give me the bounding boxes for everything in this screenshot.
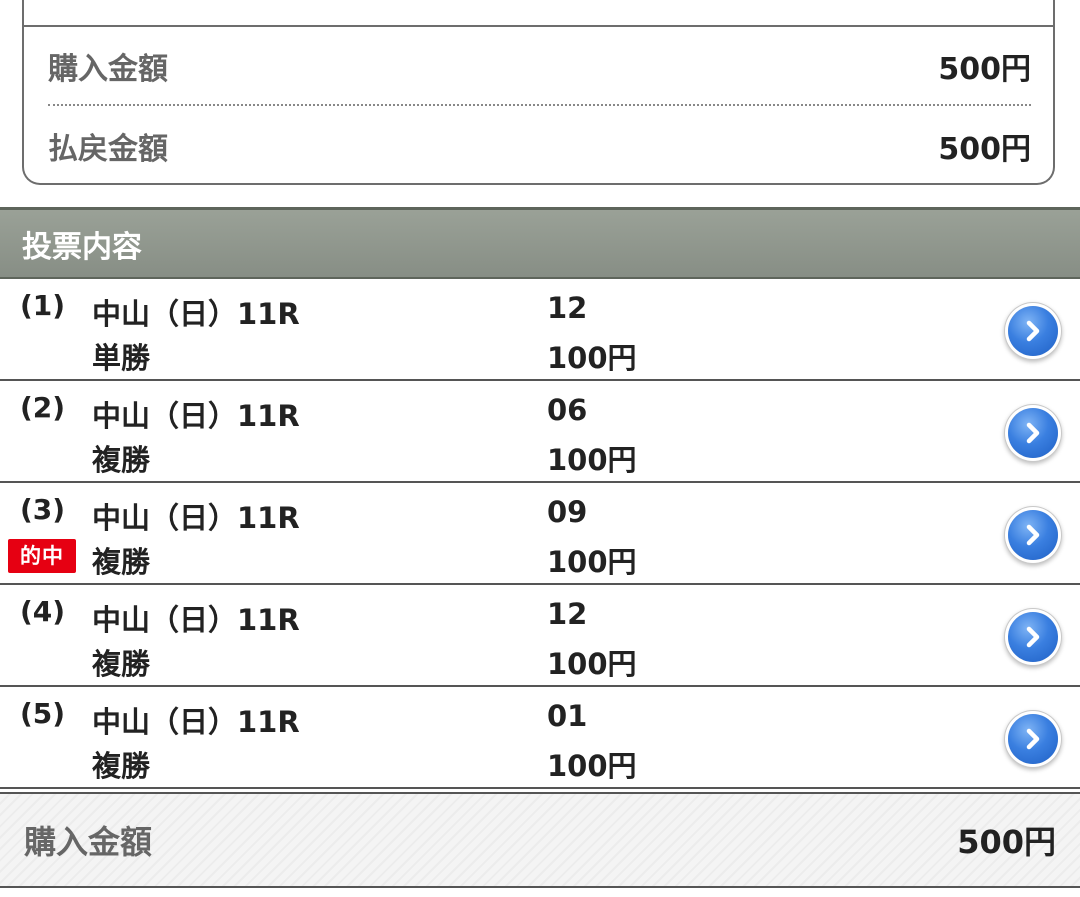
bet-row-5[interactable]: (5) 中山（日）11R 複勝 01 100円 [0, 687, 1080, 789]
bet-number: 12 [547, 597, 588, 631]
purchase-amount-label: 購入金額 [48, 52, 168, 87]
bet-type: 複勝 [92, 545, 151, 579]
bet-index: (1) [20, 289, 66, 322]
bet-list: (1) 中山（日）11R 単勝 12 100円 (2) 中山（日）11R 複勝 … [0, 279, 1080, 789]
summary-panel: 購入金額 500円 払戻金額 500円 [22, 0, 1055, 185]
bet-number: 01 [547, 699, 588, 733]
purchase-amount-value: 500円 [938, 52, 1031, 87]
bet-type: 複勝 [92, 443, 151, 477]
bet-race: 中山（日）11R [92, 603, 300, 637]
bet-race: 中山（日）11R [92, 501, 300, 535]
bet-index: (5) [20, 697, 66, 730]
bet-race: 中山（日）11R [92, 297, 300, 331]
refund-amount-label: 払戻金額 [48, 132, 168, 167]
bet-index: (4) [20, 595, 66, 628]
total-purchase-label: 購入金額 [24, 823, 153, 861]
section-title: 投票内容 [22, 229, 142, 265]
bet-amount: 100円 [547, 749, 637, 783]
bet-race: 中山（日）11R [92, 705, 300, 739]
bet-amount: 100円 [547, 341, 637, 375]
bet-amount: 100円 [547, 443, 637, 477]
bet-type: 複勝 [92, 647, 151, 681]
summary-refund-row: 払戻金額 500円 [48, 107, 1031, 185]
bet-amount: 100円 [547, 647, 637, 681]
bet-number: 09 [547, 495, 588, 529]
bet-row-2[interactable]: (2) 中山（日）11R 複勝 06 100円 [0, 381, 1080, 483]
bet-type: 複勝 [92, 749, 151, 783]
bet-index: (3) [20, 493, 66, 526]
bet-row-1[interactable]: (1) 中山（日）11R 単勝 12 100円 [0, 279, 1080, 381]
summary-purchase-row: 購入金額 500円 [48, 27, 1031, 105]
bet-index: (2) [20, 391, 66, 424]
bet-row-3[interactable]: (3) 的中 中山（日）11R 複勝 09 100円 [0, 483, 1080, 585]
bet-number: 12 [547, 291, 588, 325]
chevron-right-circle-icon[interactable] [1008, 306, 1058, 356]
chevron-right-circle-icon[interactable] [1008, 714, 1058, 764]
hit-badge: 的中 [8, 539, 76, 573]
refund-amount-value: 500円 [938, 132, 1031, 167]
total-purchase-value: 500円 [957, 823, 1056, 861]
bet-type: 単勝 [92, 341, 151, 375]
chevron-right-circle-icon[interactable] [1008, 612, 1058, 662]
summary-dotted-divider [48, 104, 1031, 106]
chevron-right-circle-icon[interactable] [1008, 510, 1058, 560]
total-purchase-bar: 購入金額 500円 [0, 792, 1080, 888]
bet-amount: 100円 [547, 545, 637, 579]
chevron-right-circle-icon[interactable] [1008, 408, 1058, 458]
bet-details-header: 投票内容 [0, 207, 1080, 279]
bet-race: 中山（日）11R [92, 399, 300, 433]
bet-row-4[interactable]: (4) 中山（日）11R 複勝 12 100円 [0, 585, 1080, 687]
bet-number: 06 [547, 393, 588, 427]
